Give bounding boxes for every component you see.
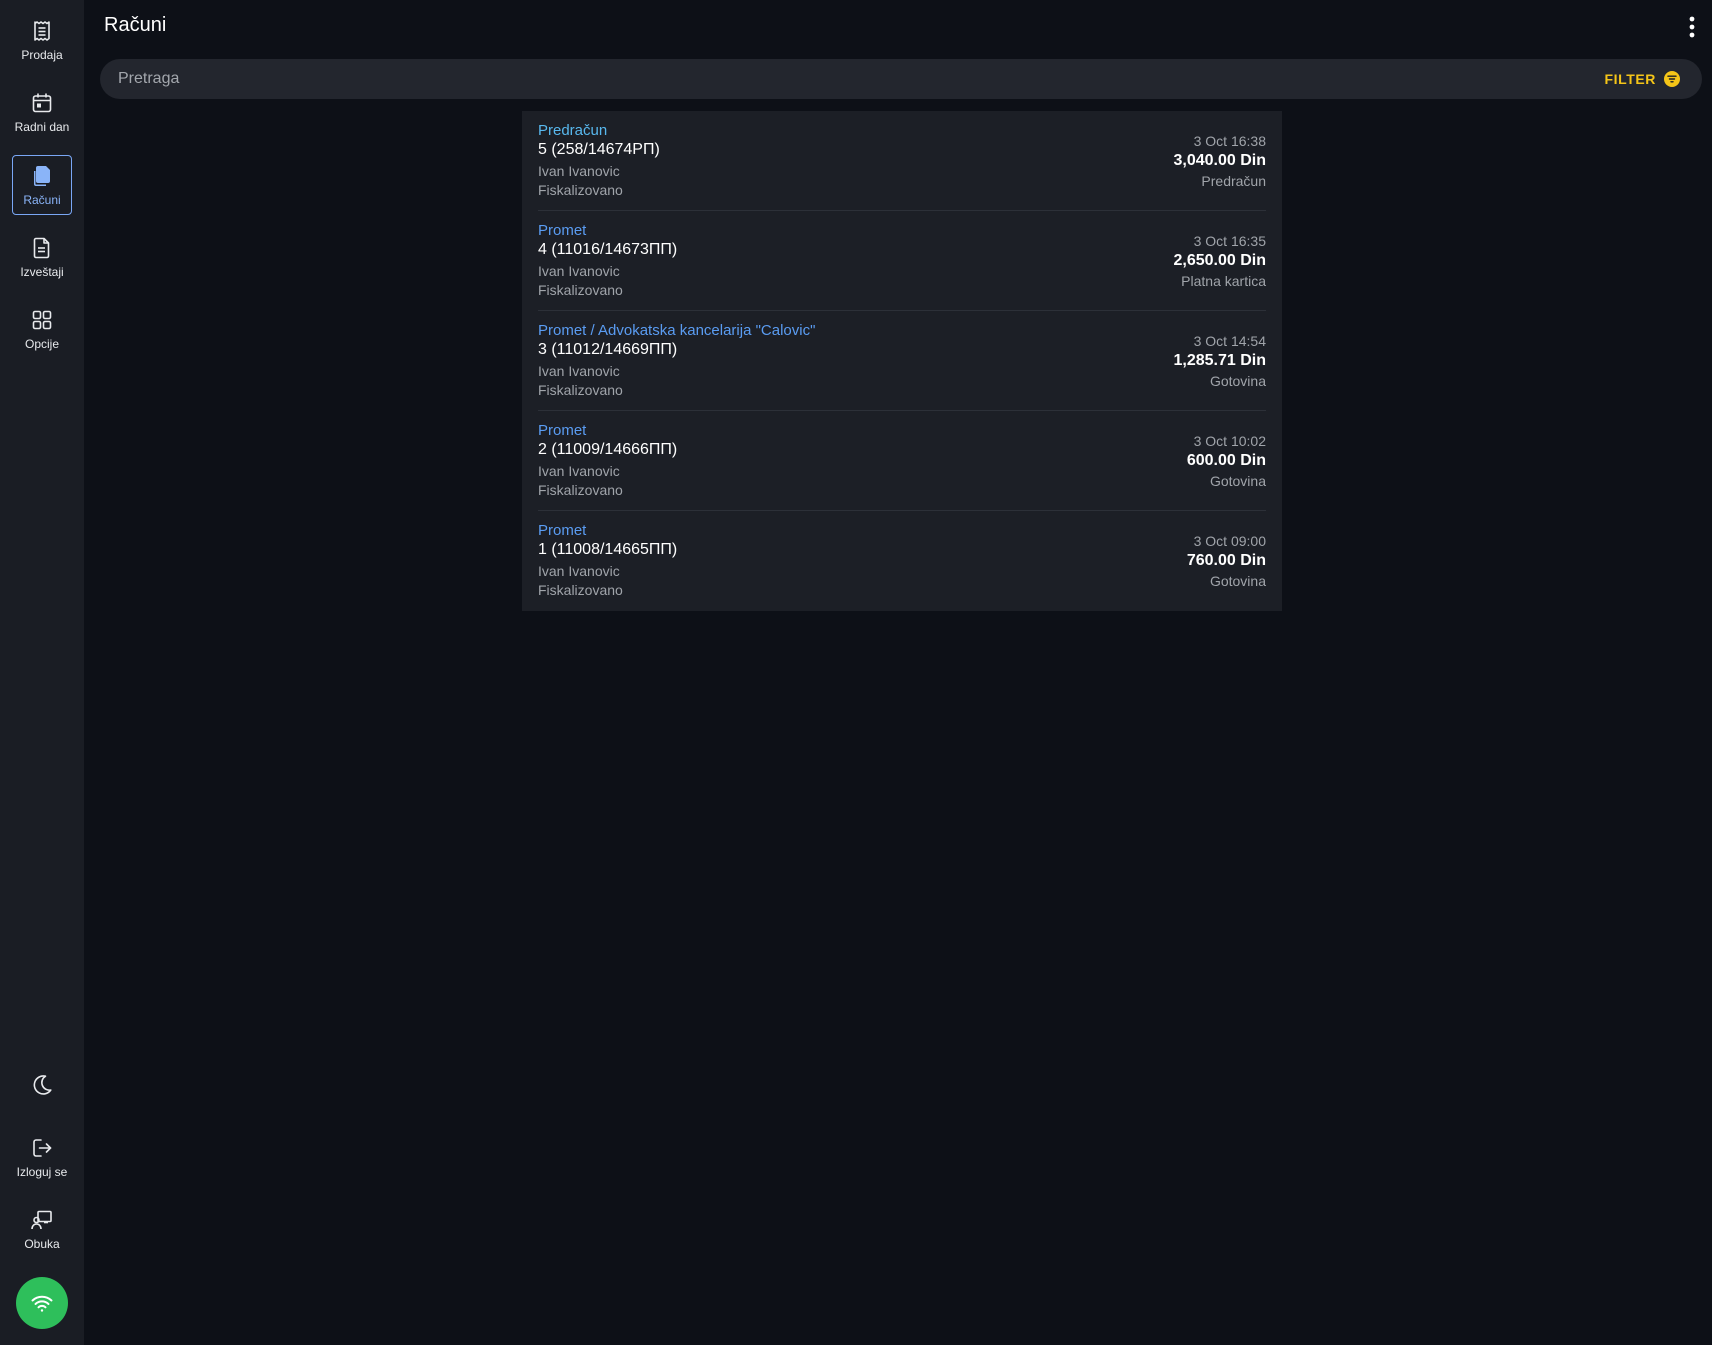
receipt-type: Promet — [538, 222, 587, 239]
receipt-type: Promet — [538, 522, 587, 539]
receipt-status: Fiskalizovano — [538, 282, 623, 298]
receipts-list: Predračun 5 (258/14674РП) Ivan Ivanovic … — [522, 111, 1282, 611]
receipt-icon — [34, 20, 50, 41]
receipt-number: 2 (11009/14666ПП) — [538, 441, 678, 458]
receipt-amount: 1,285.71 Din — [1173, 352, 1267, 369]
receipt-status: Fiskalizovano — [538, 182, 623, 198]
receipt-date: 3 Oct 14:54 — [1193, 333, 1266, 349]
connection-status-button[interactable] — [16, 1277, 68, 1329]
sidebar-item-radni-dan[interactable]: Radni dan — [12, 82, 72, 142]
grid-icon — [32, 310, 52, 329]
receipt-row[interactable]: Promet 4 (11016/14673ПП) Ivan Ivanovic F… — [538, 211, 1266, 311]
sidebar-item-izvestaji[interactable]: Izveštaji — [12, 227, 72, 287]
receipt-number: 1 (11008/14665ПП) — [538, 541, 678, 558]
filter-button[interactable]: FILTER — [1604, 59, 1680, 99]
receipt-date: 3 Oct 09:00 — [1193, 533, 1266, 549]
receipt-date: 3 Oct 10:02 — [1193, 433, 1266, 449]
receipt-amount: 2,650.00 Din — [1173, 252, 1267, 269]
receipt-user: Ivan Ivanovic — [538, 463, 620, 479]
receipt-status: Fiskalizovano — [538, 382, 623, 398]
receipt-user: Ivan Ivanovic — [538, 263, 620, 279]
receipt-type: Promet / Advokatska kancelarija "Calovic… — [538, 322, 816, 339]
sidebar-item-prodaja[interactable]: Prodaja — [12, 10, 72, 70]
theme-toggle-button[interactable] — [27, 1070, 57, 1100]
receipt-amount: 760.00 Din — [1186, 552, 1266, 569]
training-button[interactable]: Obuka — [12, 1199, 72, 1259]
logout-icon — [33, 1138, 52, 1157]
receipt-type: Promet — [538, 422, 587, 439]
calendar-icon — [32, 93, 52, 112]
receipt-row[interactable]: Predračun 5 (258/14674РП) Ivan Ivanovic … — [538, 111, 1266, 211]
sidebar-item-label: Izveštaji — [20, 264, 64, 279]
receipt-date: 3 Oct 16:35 — [1193, 233, 1266, 249]
search-input[interactable] — [116, 59, 1466, 99]
receipt-row[interactable]: Promet 2 (11009/14666ПП) Ivan Ivanovic F… — [538, 411, 1266, 511]
sidebar-item-opcije[interactable]: Opcije — [12, 299, 72, 359]
documents-icon — [34, 165, 50, 186]
sidebar-item-label: Računi — [23, 192, 61, 207]
training-label: Obuka — [24, 1236, 60, 1251]
receipt-payment-method: Gotovina — [1209, 373, 1266, 389]
training-icon — [31, 1210, 52, 1229]
logout-label: Izloguj se — [16, 1164, 68, 1179]
receipt-number: 4 (11016/14673ПП) — [538, 241, 678, 258]
receipt-amount: 3,040.00 Din — [1173, 152, 1267, 169]
sidebar: Prodaja Radni dan Računi Izveštaji Opcij… — [0, 0, 84, 1345]
receipt-user: Ivan Ivanovic — [538, 563, 620, 579]
page-title: Računi — [104, 14, 167, 36]
logout-button[interactable]: Izloguj se — [12, 1127, 72, 1187]
filter-icon — [1664, 71, 1680, 87]
receipt-payment-method: Predračun — [1201, 173, 1266, 189]
sidebar-item-label: Opcije — [24, 336, 59, 351]
receipt-type: Predračun — [538, 122, 608, 139]
more-vert-icon — [1689, 16, 1695, 38]
receipt-row[interactable]: Promet 1 (11008/14665ПП) Ivan Ivanovic F… — [538, 511, 1266, 611]
receipt-payment-method: Gotovina — [1209, 473, 1266, 489]
report-icon — [33, 237, 50, 258]
moon-icon — [33, 1075, 52, 1095]
sidebar-item-label: Prodaja — [21, 47, 63, 62]
receipt-amount: 600.00 Din — [1186, 452, 1266, 469]
receipt-number: 3 (11012/14669ПП) — [538, 341, 678, 358]
filter-label: FILTER — [1604, 71, 1656, 87]
wifi-icon — [31, 1295, 53, 1312]
receipt-status: Fiskalizovano — [538, 582, 623, 598]
search-bar: FILTER — [100, 59, 1702, 99]
receipt-number: 5 (258/14674РП) — [538, 141, 660, 158]
receipt-status: Fiskalizovano — [538, 482, 623, 498]
receipt-user: Ivan Ivanovic — [538, 363, 620, 379]
receipt-date: 3 Oct 16:38 — [1193, 133, 1266, 149]
receipt-payment-method: Platna kartica — [1181, 273, 1266, 289]
receipt-payment-method: Gotovina — [1209, 573, 1266, 589]
receipt-user: Ivan Ivanovic — [538, 163, 620, 179]
sidebar-item-label: Radni dan — [14, 119, 70, 134]
receipt-row[interactable]: Promet / Advokatska kancelarija "Calovic… — [538, 311, 1266, 411]
more-menu-button[interactable] — [1680, 14, 1704, 40]
sidebar-item-racuni[interactable]: Računi — [12, 155, 72, 215]
